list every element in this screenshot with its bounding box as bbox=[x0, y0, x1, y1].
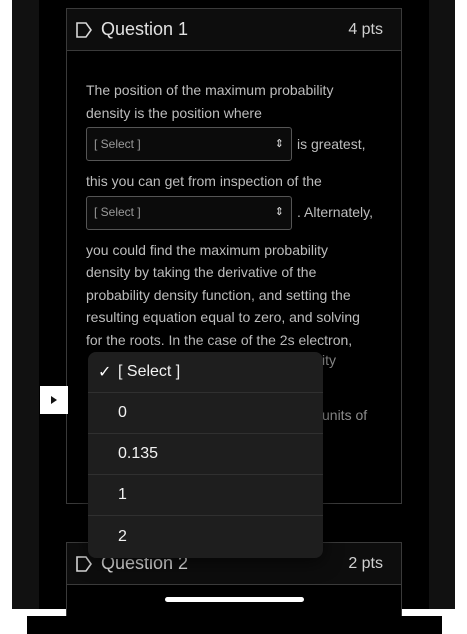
select-option[interactable]: 2 bbox=[88, 516, 323, 557]
question-1-body: The position of the maximum probability … bbox=[86, 79, 386, 351]
flag-outline-icon[interactable] bbox=[75, 21, 93, 39]
question-1-points: 4 pts bbox=[348, 20, 383, 38]
option-label: 0.135 bbox=[118, 445, 159, 462]
question-text-line: probability density function, and settin… bbox=[86, 286, 351, 303]
question-text-partial: ity bbox=[322, 352, 336, 368]
question-1-title: Question 1 bbox=[101, 19, 189, 39]
question-1-header: Question 1 4 pts bbox=[67, 9, 401, 51]
side-panel-toggle[interactable] bbox=[40, 386, 68, 414]
bottom-strip bbox=[27, 616, 442, 634]
question-text-line: resulting equation equal to zero, and so… bbox=[86, 309, 360, 325]
question-text-after-select-2: . Alternately, bbox=[297, 204, 374, 221]
select-option[interactable]: 1 bbox=[88, 475, 323, 516]
question-paragraph: you could find the maximum probability d… bbox=[86, 239, 386, 352]
select-option[interactable]: ✓ [ Select ] bbox=[88, 352, 323, 393]
answer-select-1[interactable]: [ Select ] ⇕ bbox=[86, 127, 292, 161]
option-label: [ Select ] bbox=[118, 363, 181, 380]
select-placeholder: [ Select ] bbox=[94, 136, 141, 151]
up-down-chevron-icon: ⇕ bbox=[274, 137, 284, 150]
up-down-chevron-icon: ⇕ bbox=[274, 206, 284, 218]
play-triangle-icon bbox=[51, 396, 57, 404]
question-text-after-select-1: is greatest, bbox=[297, 135, 366, 152]
option-label: 2 bbox=[118, 527, 127, 545]
question-text-partial: units of bbox=[322, 407, 368, 423]
checkmark-icon: ✓ bbox=[98, 364, 112, 381]
select-option[interactable]: 0.135 bbox=[88, 434, 323, 475]
question-text-line: density by taking the derivative of the bbox=[86, 264, 317, 280]
home-indicator[interactable] bbox=[165, 597, 304, 602]
select-row-2: [ Select ] ⇕ . Alternately, bbox=[86, 195, 386, 231]
question-text-line: this you can get from inspection of the bbox=[86, 173, 322, 189]
select-row-1: [ Select ] ⇕ is greatest, bbox=[86, 126, 386, 162]
question-text-line: The position of the maximum probability bbox=[86, 82, 334, 98]
select-placeholder: [ Select ] bbox=[94, 205, 141, 220]
question-text-line: for the roots. In the case of the 2s ele… bbox=[86, 331, 353, 348]
question-text-line: density is the position where bbox=[86, 104, 262, 121]
question-2-points: 2 pts bbox=[348, 554, 383, 572]
select-option[interactable]: 0 bbox=[88, 393, 323, 434]
option-label: 1 bbox=[118, 486, 127, 503]
option-label: 0 bbox=[118, 404, 127, 421]
flag-outline-icon[interactable] bbox=[75, 555, 93, 573]
answer-select-2[interactable]: [ Select ] ⇕ bbox=[86, 195, 292, 230]
question-text-line: you could find the maximum probability bbox=[86, 241, 329, 258]
select-options-popup: ✓ [ Select ] 0 0.135 1 2 bbox=[88, 352, 323, 558]
